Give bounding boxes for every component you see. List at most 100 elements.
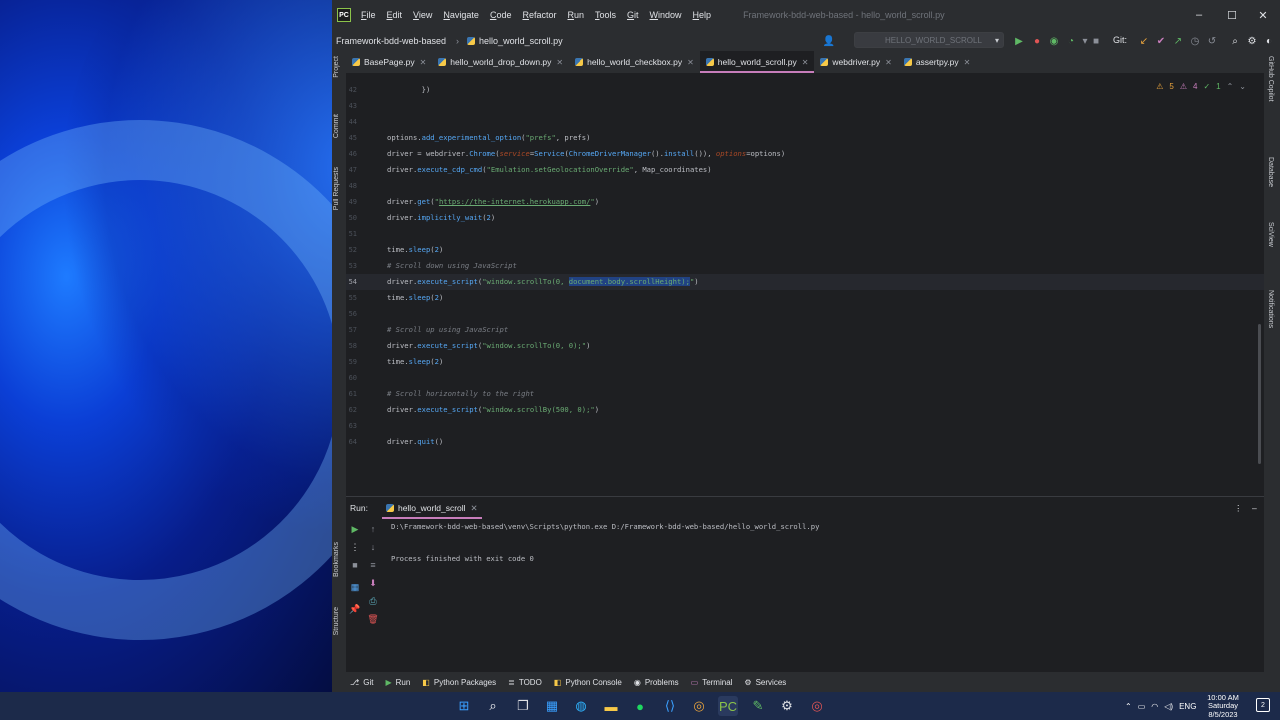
tab-hello-world-checkbox[interactable]: hello_world_checkbox.py ✕ xyxy=(569,51,700,73)
run-tool-button[interactable]: ▶ Run xyxy=(385,678,410,687)
services-tool-button[interactable]: ⚙ Services xyxy=(744,678,786,687)
settings-icon[interactable]: ⚙ xyxy=(1245,34,1259,48)
database-tool-button[interactable]: Database xyxy=(1267,157,1274,187)
notepad-icon[interactable]: ✎ xyxy=(748,696,768,716)
todo-tool-button[interactable]: ≣ TODO xyxy=(508,678,542,687)
rollback-icon[interactable]: ↺ xyxy=(1205,34,1219,48)
widgets-icon[interactable]: ▦ xyxy=(542,696,562,716)
menu-navigate[interactable]: Navigate xyxy=(443,10,479,20)
close-window-icon[interactable]: ✕ xyxy=(1246,0,1280,30)
layout-icon[interactable]: ▦ xyxy=(349,581,361,593)
structure-tool-button[interactable]: Structure xyxy=(333,607,340,635)
vscode-icon[interactable]: ⟨⟩ xyxy=(660,696,680,716)
close-icon[interactable]: ✕ xyxy=(471,503,478,514)
git-tool-button[interactable]: ⎇ Git xyxy=(350,678,373,687)
close-icon[interactable]: ✕ xyxy=(556,58,563,67)
arrow-down-icon[interactable]: ↓ xyxy=(367,541,379,553)
close-icon[interactable]: ✕ xyxy=(687,58,694,67)
rerun-icon[interactable]: ▶ xyxy=(349,523,361,535)
stop-run-icon[interactable]: ■ xyxy=(349,559,361,571)
notification-badge[interactable]: 2 xyxy=(1256,698,1270,712)
code-editor[interactable]: ⚠ 5 ⚠ 4 ✓ 1 ⌃ ⌄ 42 }) 43 44 45 options.ad… xyxy=(346,74,1264,482)
menu-window[interactable]: Window xyxy=(650,10,682,20)
search-icon[interactable]: ⌕ xyxy=(483,696,503,716)
git-commit-icon[interactable]: ✔ xyxy=(1154,34,1168,48)
wifi-icon[interactable]: ◠ xyxy=(1151,702,1158,711)
tab-hello-world-drop-down[interactable]: hello_world_drop_down.py ✕ xyxy=(432,51,569,73)
profile-icon[interactable]: ◔ xyxy=(1064,34,1078,48)
console-output[interactable]: D:\Framework-bdd-web-based\venv\Scripts\… xyxy=(391,519,819,567)
chrome-alt-icon[interactable]: ◎ xyxy=(807,696,827,716)
commit-tool-button[interactable]: Commit xyxy=(333,114,340,138)
trash-icon[interactable]: 🗑 xyxy=(367,613,379,625)
coverage-icon[interactable]: ◉ xyxy=(1047,34,1061,48)
spotify-icon[interactable]: ● xyxy=(630,696,650,716)
file-explorer-icon[interactable]: ▬ xyxy=(601,696,621,716)
copilot-tool-button[interactable]: GitHub Copilot xyxy=(1267,56,1274,102)
network-icon[interactable]: ▭ xyxy=(1138,702,1146,711)
notifications-tool-button[interactable]: Notifications xyxy=(1267,290,1274,328)
arrow-up-icon[interactable]: ↑ xyxy=(367,523,379,535)
jetbrains-ai-icon[interactable]: ◐ xyxy=(1262,34,1276,48)
more-icon[interactable]: ⋮ xyxy=(349,541,361,553)
chevron-up-icon[interactable]: ⌃ xyxy=(1125,702,1132,711)
hide-panel-icon[interactable]: – xyxy=(1252,503,1257,513)
menu-help[interactable]: Help xyxy=(693,10,712,20)
menu-git[interactable]: Git xyxy=(627,10,639,20)
pull-requests-tool-button[interactable]: Pull Requests xyxy=(333,167,340,210)
python-console-tool-button[interactable]: ◧ Python Console xyxy=(554,678,622,687)
run-configuration-select[interactable]: HELLO_WORLD_SCROLL ▾ xyxy=(854,32,1004,48)
terminal-tool-button[interactable]: ▭ Terminal xyxy=(691,678,733,687)
git-update-icon[interactable]: ↙ xyxy=(1137,34,1151,48)
project-tool-button[interactable]: Project xyxy=(333,56,340,78)
pycharm-taskbar-icon[interactable]: PC xyxy=(718,696,738,716)
edge-browser-icon[interactable]: ◍ xyxy=(571,696,591,716)
minimize-icon[interactable]: – xyxy=(1182,0,1216,30)
close-icon[interactable]: ✕ xyxy=(420,58,427,67)
close-icon[interactable]: ✕ xyxy=(964,58,971,67)
task-view-icon[interactable]: ❐ xyxy=(513,696,533,716)
git-push-icon[interactable]: ↗ xyxy=(1171,34,1185,48)
search-icon[interactable]: ⌕ xyxy=(1228,34,1242,48)
history-icon[interactable]: ◷ xyxy=(1188,34,1202,48)
more-options-icon[interactable]: ⋮ xyxy=(1234,503,1243,514)
windows-start-icon[interactable]: ⊞ xyxy=(454,696,474,716)
breadcrumb-project[interactable]: Framework-bdd-web-based xyxy=(336,36,446,46)
scroll-to-end-icon[interactable]: ⬇ xyxy=(367,577,379,589)
tab-assertpy[interactable]: assertpy.py ✕ xyxy=(898,51,977,73)
python-packages-tool-button[interactable]: ◧ Python Packages xyxy=(422,678,496,687)
volume-icon[interactable]: ◁) xyxy=(1164,702,1173,711)
url-link[interactable]: https://the-internet.herokuapp.com/ xyxy=(439,197,590,206)
tab-hello-world-scroll[interactable]: hello_world_scroll.py ✕ xyxy=(699,51,815,73)
stop-icon[interactable]: ■ xyxy=(1089,34,1103,48)
tab-basepage[interactable]: BasePage.py ✕ xyxy=(346,51,432,73)
soft-wrap-icon[interactable]: ≡ xyxy=(367,559,379,571)
pycharm-logo-icon[interactable]: PC xyxy=(337,8,351,22)
close-icon[interactable]: ✕ xyxy=(885,58,892,67)
menu-run[interactable]: Run xyxy=(567,10,584,20)
print-icon[interactable]: ⎙ xyxy=(367,595,379,607)
menu-view[interactable]: View xyxy=(413,10,432,20)
pin-icon[interactable]: 📌 xyxy=(349,603,361,615)
user-icon[interactable]: 👤 xyxy=(822,34,836,48)
run-icon[interactable]: ▶ xyxy=(1012,34,1026,48)
settings-icon[interactable]: ⚙ xyxy=(777,696,797,716)
menu-file[interactable]: File xyxy=(361,10,376,20)
taskbar-clock[interactable]: 10:00 AM Saturday 8/5/2023 xyxy=(1196,693,1250,719)
menu-refactor[interactable]: Refactor xyxy=(522,10,556,20)
menu-code[interactable]: Code xyxy=(490,10,512,20)
menu-edit[interactable]: Edit xyxy=(387,10,403,20)
debug-icon[interactable]: ● xyxy=(1030,34,1044,48)
breadcrumb-file[interactable]: hello_world_scroll.py xyxy=(467,36,563,46)
menu-tools[interactable]: Tools xyxy=(595,10,616,20)
problems-tool-button[interactable]: ◉ Problems xyxy=(634,678,679,687)
sciview-tool-button[interactable]: SciView xyxy=(1267,222,1274,247)
editor-scrollbar[interactable] xyxy=(1258,324,1261,464)
tab-webdriver[interactable]: webdriver.py ✕ xyxy=(814,51,897,73)
language-indicator[interactable]: ENG xyxy=(1179,702,1196,711)
close-icon[interactable]: ✕ xyxy=(802,58,809,67)
chrome-icon[interactable]: ◎ xyxy=(689,696,709,716)
maximize-icon[interactable]: ☐ xyxy=(1215,0,1249,30)
bookmarks-tool-button[interactable]: Bookmarks xyxy=(333,542,340,577)
run-tab[interactable]: hello_world_scroll ✕ xyxy=(382,497,482,519)
